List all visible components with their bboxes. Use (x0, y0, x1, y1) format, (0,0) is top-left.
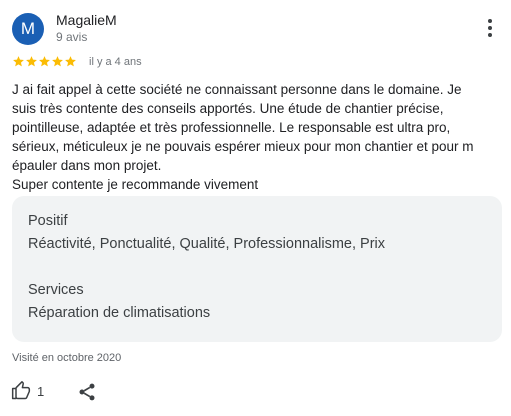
star-icon (52, 56, 63, 67)
review-text-line: Super contente je recommande vivement (12, 177, 259, 192)
services-label: Services (28, 282, 84, 298)
more-vert-icon (488, 19, 492, 37)
review-text-line: suis très contente des conseils apportés… (12, 101, 444, 116)
review-attributes: Positif Réactivité, Ponctualité, Qualité… (12, 196, 502, 342)
review-card: M MagalieM 9 avis il y a 4 ans J ai fait… (0, 0, 511, 416)
visit-date: Visité en octobre 2020 (12, 352, 122, 364)
share-icon (79, 383, 95, 401)
star-icon (65, 56, 76, 67)
star-icon (26, 56, 37, 67)
review-text-line: sérieux, méticuleux je ne pouvais espére… (12, 139, 474, 154)
share-button[interactable] (77, 382, 97, 402)
like-count: 1 (37, 383, 45, 399)
star-rating (12, 55, 77, 69)
more-options-button[interactable] (478, 16, 502, 40)
review-text: J ai fait appel à cette société ne conna… (12, 80, 500, 194)
star-icon (13, 56, 24, 67)
review-date: il y a 4 ans (89, 56, 142, 68)
review-text-line: pointilleuse, adaptée et très profession… (12, 120, 451, 135)
review-text-line: épauler dans mon projet. (12, 158, 162, 173)
review-text-line: J ai fait appel à cette société ne conna… (12, 82, 462, 97)
star-icon (39, 56, 50, 67)
reviewer-name[interactable]: MagalieM (56, 12, 117, 28)
avatar[interactable]: M (12, 13, 44, 45)
positive-label: Positif (28, 213, 68, 229)
reviewer-review-count: 9 avis (56, 30, 88, 44)
positive-value: Réactivité, Ponctualité, Qualité, Profes… (28, 236, 386, 252)
thumb-up-icon (11, 381, 31, 400)
like-button[interactable]: 1 (11, 381, 44, 401)
services-value: Réparation de climatisations (28, 305, 211, 321)
